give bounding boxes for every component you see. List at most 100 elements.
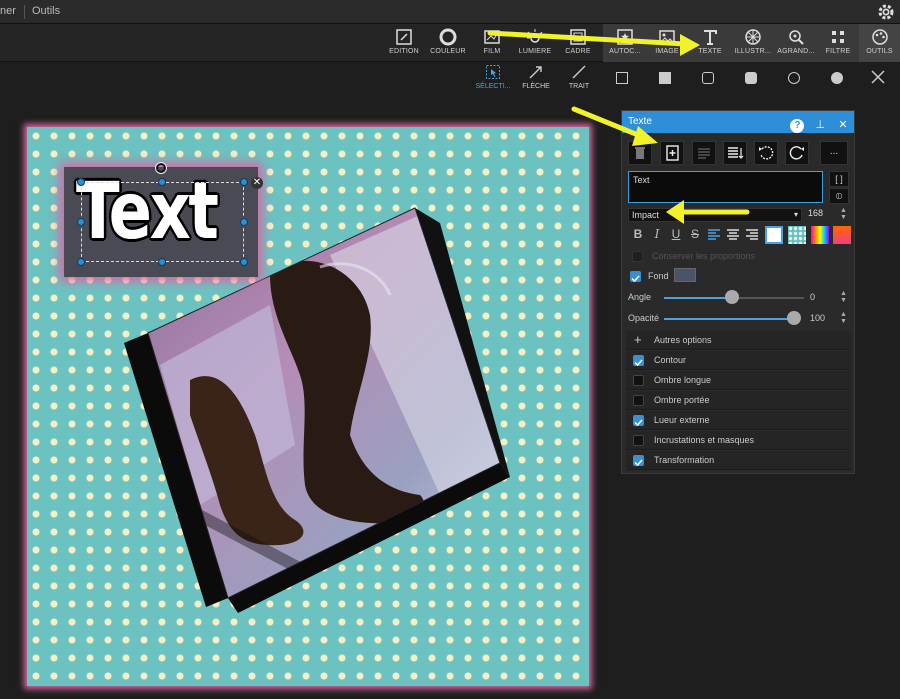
menu-item-outils[interactable]: Outils xyxy=(32,5,60,17)
circle-filled-icon[interactable] xyxy=(831,72,843,84)
square-outline-icon[interactable] xyxy=(616,72,628,84)
frame-icon xyxy=(570,29,586,45)
pin-icon[interactable]: ⊥ xyxy=(813,118,827,132)
toolbar-outils[interactable]: OUTILS xyxy=(859,24,900,62)
circle-outline-icon[interactable] xyxy=(788,72,800,84)
plus-icon: + xyxy=(634,332,642,347)
tool-selection[interactable]: SÉLECTI... xyxy=(473,64,513,90)
lueur-externe-checkbox[interactable] xyxy=(633,415,644,427)
selection-box xyxy=(81,182,244,262)
tool-trait[interactable]: TRAIT xyxy=(559,64,599,90)
texture-swatch[interactable] xyxy=(788,226,806,244)
text-layout-button[interactable] xyxy=(723,141,747,165)
italic-icon[interactable]: I xyxy=(649,227,665,243)
toolbar-texte[interactable]: TEXTE xyxy=(688,24,732,62)
toolbar-filtre[interactable]: FILTRE xyxy=(816,24,860,62)
angle-slider-knob[interactable] xyxy=(725,290,739,304)
color-icon xyxy=(439,28,457,46)
square-filled-icon[interactable] xyxy=(659,72,671,84)
font-select[interactable]: Impact ▾ xyxy=(628,208,802,222)
toolbar-label: AGRAND... xyxy=(777,48,815,55)
autres-options-row[interactable]: + Autres options xyxy=(626,331,851,350)
toolbar-lumiere[interactable]: LUMIÈRE xyxy=(513,24,557,62)
info-button[interactable]: ⦶ xyxy=(829,188,849,204)
format-row: B I U S xyxy=(628,226,858,245)
incrustations-checkbox[interactable] xyxy=(633,435,644,446)
main-toolbar: EDITION COULEUR FILM LUMIÈRE CADRE AUTOC… xyxy=(0,24,900,62)
angle-stepper[interactable]: ▲ ▼ xyxy=(840,290,847,304)
transformation-row[interactable]: Transformation xyxy=(626,451,851,470)
text-input[interactable]: Text xyxy=(628,171,823,203)
text-color-swatch[interactable] xyxy=(765,226,783,244)
toolbar-cadre[interactable]: CADRE xyxy=(556,24,600,62)
add-text-button[interactable] xyxy=(660,141,684,165)
contour-checkbox[interactable] xyxy=(633,355,644,367)
opacity-label: Opacité xyxy=(628,313,660,323)
fond-color-swatch[interactable] xyxy=(674,268,696,282)
align-text-button[interactable] xyxy=(692,141,716,165)
underline-icon[interactable]: U xyxy=(668,227,684,243)
proportions-checkbox[interactable] xyxy=(632,251,643,262)
toolbar-film[interactable]: FILM xyxy=(470,24,514,62)
transformation-checkbox[interactable] xyxy=(633,455,644,467)
ombre-longue-checkbox[interactable] xyxy=(633,375,644,386)
opacity-stepper[interactable]: ▲ ▼ xyxy=(840,311,847,325)
gradient-swatch[interactable] xyxy=(811,226,829,244)
delete-text-button[interactable] xyxy=(628,141,652,165)
align-left-icon[interactable] xyxy=(706,227,722,243)
font-name: Impact xyxy=(632,210,660,220)
resize-handle[interactable] xyxy=(77,258,85,266)
menu-item-partial[interactable]: ner xyxy=(0,5,16,17)
rotate-handle-icon[interactable] xyxy=(155,162,167,174)
align-right-icon[interactable] xyxy=(744,227,760,243)
option-label: Ombre portée xyxy=(654,395,710,405)
font-size-stepper[interactable]: ▲ ▼ xyxy=(840,207,847,221)
gear-icon[interactable] xyxy=(876,2,896,22)
rotate-right-button[interactable] xyxy=(785,141,809,165)
toolbar-agrandir[interactable]: AGRAND... xyxy=(774,24,818,62)
tool-label: SÉLECTI... xyxy=(475,83,511,90)
delete-layer-icon[interactable]: ✕ xyxy=(251,177,263,189)
resize-handle[interactable] xyxy=(240,258,248,266)
opacity-value[interactable]: 100 xyxy=(810,313,825,323)
resize-handle[interactable] xyxy=(77,218,85,226)
bold-icon[interactable]: B xyxy=(630,227,646,243)
rounded-square-outline-icon[interactable] xyxy=(702,72,714,84)
more-options-button[interactable]: ... xyxy=(820,141,848,165)
rotate-left-button[interactable] xyxy=(754,141,778,165)
ombre-portee-row[interactable]: Ombre portée xyxy=(626,391,851,410)
align-center-icon[interactable] xyxy=(725,227,741,243)
text-lines-icon xyxy=(698,148,710,159)
resize-handle[interactable] xyxy=(158,178,166,186)
strikethrough-icon[interactable]: S xyxy=(687,227,703,243)
ombre-longue-row[interactable]: Ombre longue xyxy=(626,371,851,390)
toolbar-couleur[interactable]: COULEUR xyxy=(426,24,470,62)
toolbar-autocollants[interactable]: AUTOC... xyxy=(603,24,647,62)
help-icon[interactable]: ? xyxy=(790,119,805,133)
fond-checkbox[interactable] xyxy=(630,271,641,283)
resize-handle[interactable] xyxy=(240,218,248,226)
secondary-toolbar: SÉLECTI... FLÈCHE TRAIT xyxy=(0,62,900,97)
rounded-square-filled-icon[interactable] xyxy=(745,72,757,84)
font-size-value[interactable]: 168 xyxy=(808,208,823,218)
illustration-icon xyxy=(745,29,761,45)
ombre-portee-checkbox[interactable] xyxy=(633,395,644,406)
tool-fleche[interactable]: FLÈCHE xyxy=(516,64,556,90)
toolbar-edition[interactable]: EDITION xyxy=(382,24,426,62)
bracket-button[interactable]: [ ] xyxy=(829,171,849,187)
resize-handle[interactable] xyxy=(77,178,85,186)
contour-row[interactable]: Contour xyxy=(626,351,851,370)
opacity-slider-knob[interactable] xyxy=(787,311,801,325)
resize-handle[interactable] xyxy=(158,258,166,266)
incrustations-row[interactable]: Incrustations et masques xyxy=(626,431,851,450)
toolbar-illustrations[interactable]: ILLUSTR... xyxy=(731,24,775,62)
lueur-externe-row[interactable]: Lueur externe xyxy=(626,411,851,430)
resize-handle[interactable] xyxy=(240,178,248,186)
close-icon[interactable] xyxy=(871,70,885,84)
angle-value[interactable]: 0 xyxy=(810,292,815,302)
close-icon[interactable]: ✕ xyxy=(836,118,850,132)
opacity-slider[interactable] xyxy=(664,318,795,320)
gradient-swatch-2[interactable] xyxy=(833,226,851,244)
option-label: Ombre longue xyxy=(654,375,712,385)
toolbar-image[interactable]: IMAGE xyxy=(645,24,689,62)
